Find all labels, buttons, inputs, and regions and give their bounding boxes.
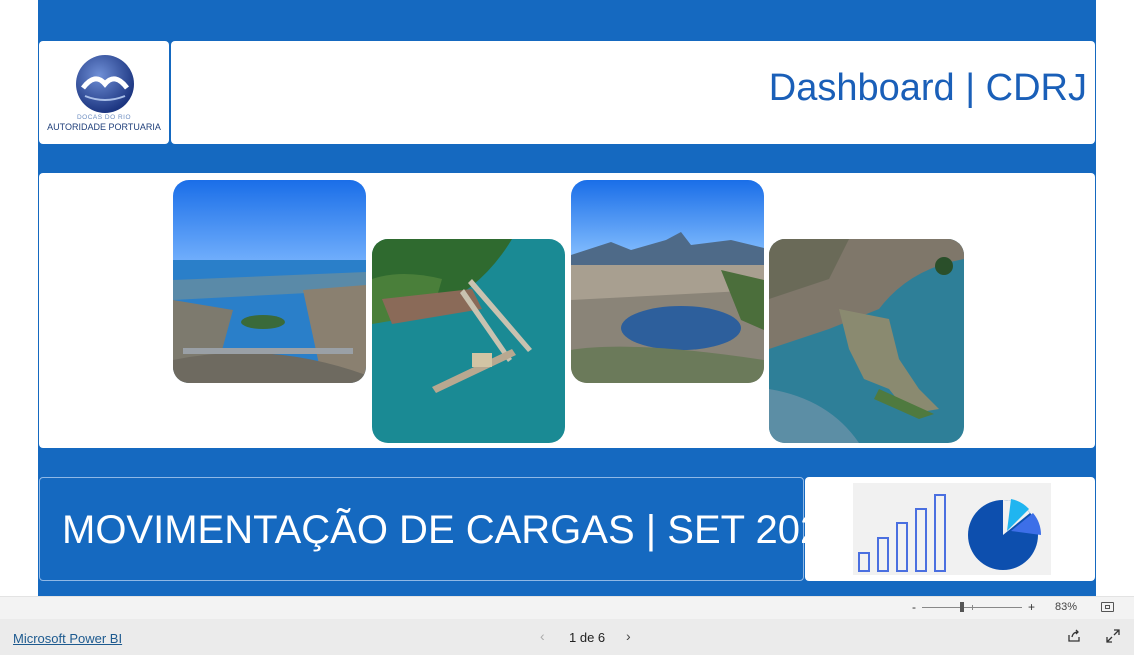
next-page-button[interactable]: › (626, 628, 631, 644)
zoom-level: 83% (1055, 601, 1078, 613)
zoom-out-button[interactable]: - (912, 600, 916, 614)
port-photo-4 (769, 239, 964, 443)
banner-title: MOVIMENTAÇÃO DE CARGAS | SET 2022 (62, 508, 845, 552)
logo-subtitle: DOCAS DO RIO (76, 114, 132, 121)
globe-logo-icon (76, 55, 134, 113)
expand-icon[interactable] (1106, 629, 1120, 643)
logo-card: DOCAS DO RIO AUTORIDADE PORTUARIA (39, 41, 169, 144)
chart-icon-background (853, 483, 1051, 575)
pie-chart-icon (968, 499, 1042, 570)
fit-page-icon[interactable] (1101, 602, 1114, 612)
footer-bar: Microsoft Power BI ‹ 1 de 6 › (0, 619, 1134, 655)
port-photo-2 (372, 239, 565, 443)
title-banner: MOVIMENTAÇÃO DE CARGAS | SET 2022 (39, 477, 844, 581)
logo-title: AUTORIDADE PORTUARIA (47, 122, 161, 132)
report-canvas: DOCAS DO RIO AUTORIDADE PORTUARIA Dashbo… (38, 0, 1096, 596)
previous-page-button[interactable]: ‹ (540, 628, 545, 644)
page-indicator: 1 de 6 (569, 630, 606, 645)
zoom-slider-tick (972, 605, 973, 610)
zoom-in-button[interactable]: + (1028, 600, 1035, 614)
power-bi-link[interactable]: Microsoft Power BI (13, 631, 122, 646)
title-card: Dashboard | CDRJ (171, 41, 1095, 144)
chart-icon-card (805, 477, 1095, 581)
share-icon[interactable] (1067, 629, 1081, 643)
zoom-bar: - + 83% (0, 596, 1134, 619)
page-title: Dashboard | CDRJ (768, 67, 1087, 109)
port-photo-1 (173, 180, 366, 383)
zoom-slider-thumb[interactable] (960, 602, 964, 612)
photo-strip (39, 173, 1095, 448)
bar-chart-icon (858, 494, 946, 572)
port-photo-3 (571, 180, 764, 383)
